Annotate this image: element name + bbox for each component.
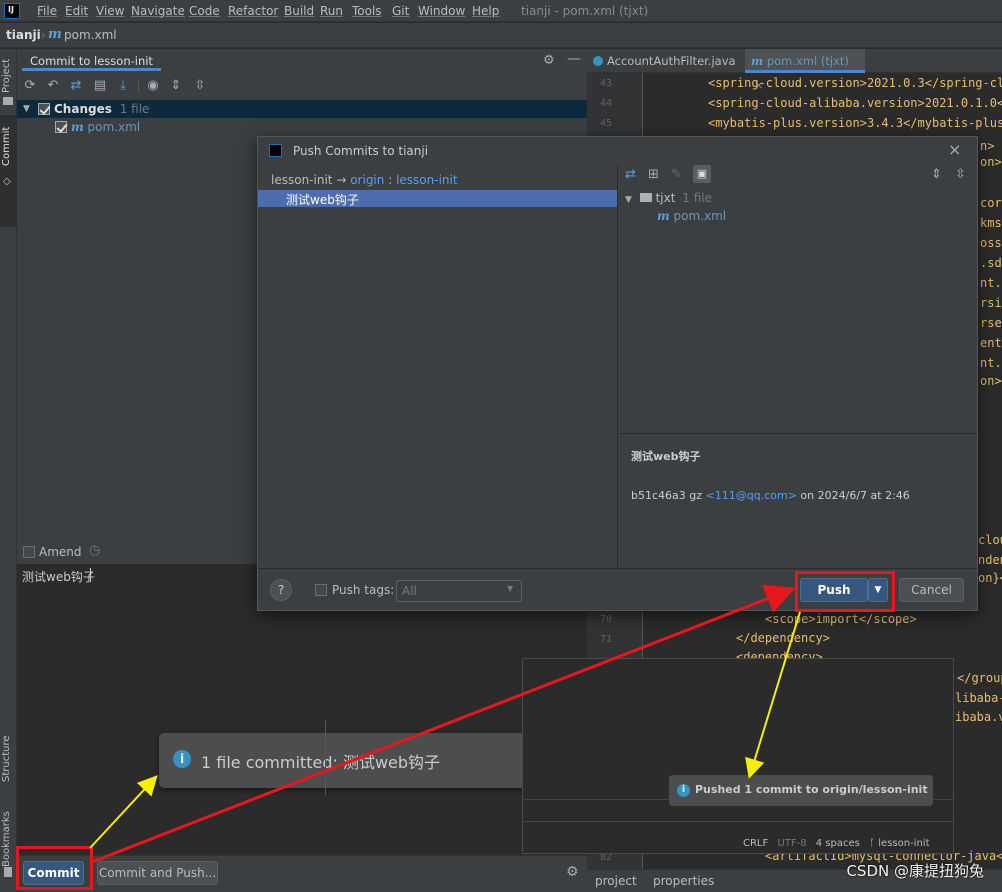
watermark: CSDN @康提扭狗兔 <box>846 862 984 880</box>
arrow-red <box>91 584 796 864</box>
arrow-yellow-2 <box>745 611 801 779</box>
arrow-yellow-1 <box>89 775 158 849</box>
annotation-arrows <box>89 584 801 864</box>
